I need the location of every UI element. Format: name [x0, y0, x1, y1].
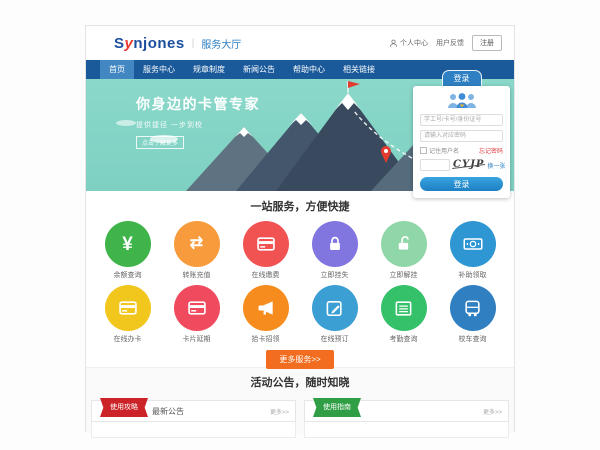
service-label: 立即解挂 [369, 270, 438, 280]
service-label: 考勤查询 [369, 334, 438, 344]
transfer-icon: ⇄ [174, 221, 220, 267]
panel-body [304, 422, 509, 438]
remember-checkbox[interactable] [420, 147, 427, 154]
forgot-password-link[interactable]: 忘记密码 [479, 146, 503, 155]
nav-item-3[interactable]: 新闻公告 [234, 60, 284, 79]
card-icon [105, 285, 151, 331]
nav-item-4[interactable]: 帮助中心 [284, 60, 334, 79]
header-divider: | [192, 38, 195, 49]
activity-section: 活动公告，随时知晓 使用攻略最新公告 更多>> 使用指南 更多>> [86, 367, 514, 434]
card-icon [243, 221, 289, 267]
service-label: 立即挂失 [300, 270, 369, 280]
yen-icon: ¥ [105, 221, 151, 267]
bus-icon [450, 285, 496, 331]
lock-icon [312, 221, 358, 267]
panel-ribbon-tab[interactable]: 使用指南 [313, 398, 361, 417]
panel-more-link[interactable]: 更多>> [483, 407, 502, 416]
edit-icon [312, 285, 358, 331]
personal-center-link[interactable]: 个人中心 [389, 38, 428, 48]
nav-item-5[interactable]: 相关链接 [334, 60, 384, 79]
nav-item-1[interactable]: 服务中心 [134, 60, 184, 79]
service-item-10[interactable]: 考勤查询 [369, 285, 438, 344]
personal-center-label: 个人中心 [400, 38, 428, 48]
service-label: 余额查询 [93, 270, 162, 280]
panel-ribbon-tab[interactable]: 使用攻略 [100, 398, 148, 417]
captcha-row: CYJP 换一张 [420, 159, 503, 171]
captcha-refresh-link[interactable]: 换一张 [487, 161, 505, 170]
nav-item-2[interactable]: 规章制度 [184, 60, 234, 79]
activity-panels: 使用攻略最新公告 更多>> 使用指南 更多>> [86, 400, 514, 438]
card-icon [174, 285, 220, 331]
service-item-7[interactable]: 卡片延期 [162, 285, 231, 344]
service-item-5[interactable]: 补助领取 [438, 221, 507, 280]
unlock-icon [381, 221, 427, 267]
service-label: 补助领取 [438, 270, 507, 280]
site-name: 服务大厅 [201, 36, 241, 51]
service-label: 卡片延期 [162, 334, 231, 344]
logo-text: S [114, 35, 125, 52]
service-item-8[interactable]: 拾卡招领 [231, 285, 300, 344]
service-item-0[interactable]: ¥ 余额查询 [93, 221, 162, 280]
service-item-3[interactable]: 立即挂失 [300, 221, 369, 280]
activity-title: 活动公告，随时知晓 [86, 368, 514, 390]
panel-more-link[interactable]: 更多>> [270, 407, 289, 416]
service-item-4[interactable]: 立即解挂 [369, 221, 438, 280]
service-item-11[interactable]: 校车查询 [438, 285, 507, 344]
login-form: 记住用户名 忘记密码 CYJP 换一张 登录 [413, 86, 510, 198]
hero-text: 你身边的卡管专家 提供捷径 一步到校 点击了解更多 [136, 94, 260, 150]
panel-header-bar: 使用指南 更多>> [304, 400, 509, 422]
hero-title: 你身边的卡管专家 [136, 94, 260, 114]
service-item-6[interactable]: 在线办卡 [93, 285, 162, 344]
user-icon [389, 39, 398, 48]
logo[interactable]: Synjones [114, 35, 185, 52]
header: Synjones | 服务大厅 个人中心 用户反馈 注册 [86, 26, 514, 60]
login-tab[interactable]: 登录 [442, 70, 482, 87]
megaphone-icon [243, 285, 289, 331]
remember-label: 记住用户名 [429, 146, 459, 155]
service-label: 转账充值 [162, 270, 231, 280]
service-label: 校车查询 [438, 334, 507, 344]
login-panel: 登录 记住用户名 忘记密码 CYJP 换一张 登录 [413, 70, 510, 198]
services-section: 一站服务，方便快捷 ¥余额查询⇄转账充值在线缴费立即挂失立即解挂补助领取在线办卡… [86, 191, 514, 367]
username-input[interactable] [420, 114, 503, 126]
service-label: 拾卡招领 [231, 334, 300, 344]
service-item-1[interactable]: ⇄ 转账充值 [162, 221, 231, 280]
banknote-icon [450, 221, 496, 267]
remember-row: 记住用户名 忘记密码 [420, 146, 503, 155]
service-label: 在线预订 [300, 334, 369, 344]
activity-panel-1: 使用指南 更多>> [304, 400, 509, 438]
service-label: 在线缴费 [231, 270, 300, 280]
user-feedback-link[interactable]: 用户反馈 [436, 38, 464, 48]
feedback-label: 用户反馈 [436, 38, 464, 48]
nav-item-0[interactable]: 首页 [100, 60, 134, 79]
panel-body [91, 422, 296, 438]
users-icon [445, 92, 479, 109]
service-item-9[interactable]: 在线预订 [300, 285, 369, 344]
service-label: 在线办卡 [93, 334, 162, 344]
panel-secondary-tab[interactable]: 最新公告 [152, 406, 184, 417]
more-services-button[interactable]: 更多服务>> [266, 350, 333, 369]
logo-text-2: njones [133, 35, 184, 52]
login-button[interactable]: 登录 [420, 177, 503, 191]
captcha-image[interactable]: CYJP [453, 160, 484, 170]
hero-subtitle: 提供捷径 一步到校 [136, 120, 260, 130]
hero-cta-button[interactable]: 点击了解更多 [136, 136, 184, 149]
activity-panel-0: 使用攻略最新公告 更多>> [91, 400, 296, 438]
panel-header-bar: 使用攻略最新公告 更多>> [91, 400, 296, 422]
register-button[interactable]: 注册 [472, 35, 502, 51]
services-grid: ¥ 余额查询 ⇄ 转账充值在线缴费立即挂失立即解挂补助领取在线办卡卡片延期拾卡招领在线… [93, 221, 507, 349]
list-icon [381, 285, 427, 331]
header-links: 个人中心 用户反馈 注册 [389, 35, 502, 51]
password-input[interactable] [420, 130, 503, 142]
service-item-2[interactable]: 在线缴费 [231, 221, 300, 280]
captcha-input[interactable] [420, 159, 450, 171]
page: Synjones | 服务大厅 个人中心 用户反馈 注册 首页服务中心规章制度新… [85, 25, 515, 432]
